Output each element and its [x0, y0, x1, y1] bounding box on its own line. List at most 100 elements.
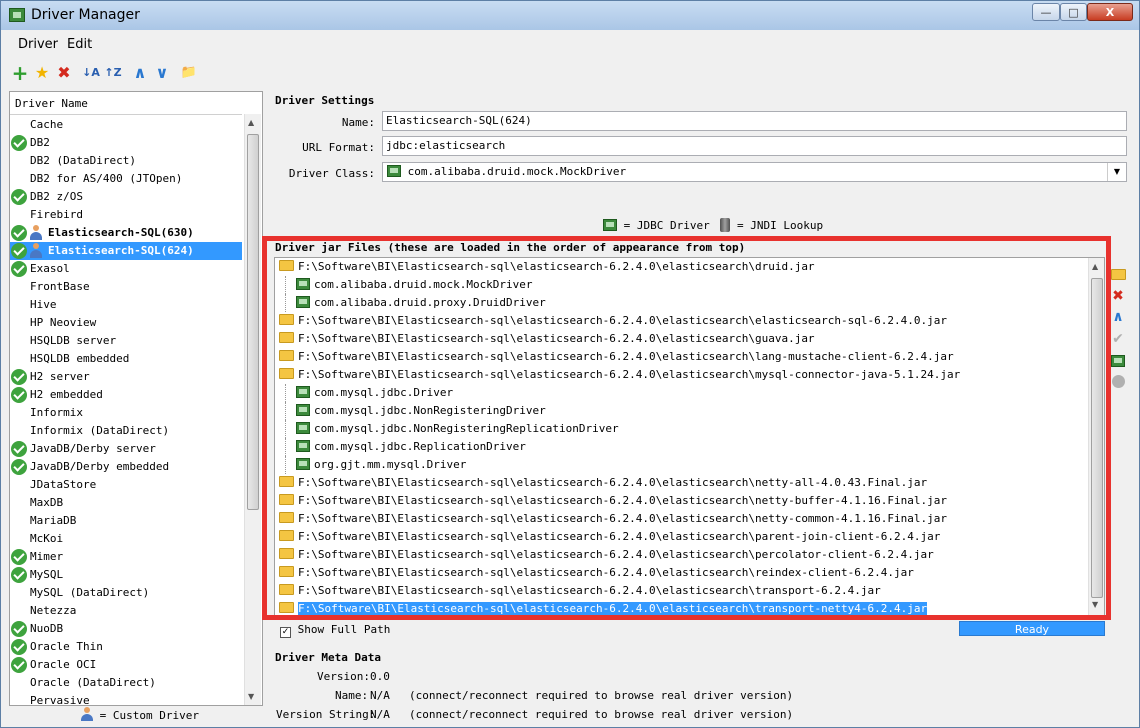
driver-list-item-label: FrontBase: [30, 280, 90, 293]
driver-list-item[interactable]: MariaDB: [10, 512, 242, 530]
driver-list-item-label: Pervasive: [30, 694, 90, 706]
status-ready-bar: Ready: [959, 621, 1105, 636]
app-icon: [9, 8, 25, 22]
driver-meta-header: Driver Meta Data: [275, 651, 381, 664]
driver-list-item[interactable]: DB2 for AS/400 (JTOpen): [10, 170, 242, 188]
name-label: Name:: [341, 116, 375, 129]
move-up-icon[interactable]: ∧: [1110, 309, 1126, 325]
driver-list-item[interactable]: Pervasive: [10, 692, 242, 706]
driver-list-item[interactable]: Exasol: [10, 260, 242, 278]
custom-driver-icon: [30, 225, 42, 240]
minimize-button[interactable]: —: [1032, 3, 1060, 21]
scroll-down-icon[interactable]: ▼: [248, 692, 254, 701]
remove-jar-icon[interactable]: ✖: [1110, 288, 1126, 304]
sort-ascending-icon[interactable]: ↓A: [82, 64, 100, 82]
driver-list-item-label: MySQL: [30, 568, 64, 581]
driver-list-item[interactable]: Informix: [10, 404, 242, 422]
driver-list-item[interactable]: H2 embedded: [10, 386, 242, 404]
driver-list-item[interactable]: JDataStore: [10, 476, 242, 494]
checkmark-icon[interactable]: ✔: [1110, 331, 1126, 347]
driver-list-item[interactable]: DB2 z/OS: [10, 188, 242, 206]
driver-list-item[interactable]: MaxDB: [10, 494, 242, 512]
menu-bar: Driver Edit: [2, 32, 1138, 57]
menu-driver[interactable]: Driver: [18, 37, 58, 52]
scroll-up-icon[interactable]: ▲: [248, 118, 254, 127]
driver-list-header[interactable]: Driver Name: [10, 92, 242, 115]
favorite-star-icon[interactable]: ★: [33, 64, 51, 82]
meta-name-label: Name:: [335, 689, 369, 702]
driver-settings-header: Driver Settings: [275, 94, 374, 107]
menu-edit[interactable]: Edit: [67, 37, 92, 52]
version-label: Version:: [317, 670, 370, 683]
close-button[interactable]: X: [1087, 3, 1133, 21]
driver-list-item[interactable]: MySQL: [10, 566, 242, 584]
driver-list-item[interactable]: Oracle OCI: [10, 656, 242, 674]
driver-list-item[interactable]: NuoDB: [10, 620, 242, 638]
check-icon: [11, 567, 27, 583]
driver-list-item[interactable]: MySQL (DataDirect): [10, 584, 242, 602]
stop-icon[interactable]: [1110, 375, 1126, 391]
jndi-lookup-icon: [720, 218, 731, 232]
driver-list-item-label: DB2 z/OS: [30, 190, 83, 203]
driver-list-item-label: Oracle (DataDirect): [30, 676, 156, 689]
delete-icon[interactable]: ✖: [55, 64, 73, 82]
highlight-annotation-box: [262, 236, 1111, 620]
check-icon: [11, 387, 27, 403]
show-full-path-checkbox[interactable]: ✓: [280, 627, 291, 638]
driver-list-item-label: JavaDB/Derby embedded: [30, 460, 170, 473]
scroll-thumb[interactable]: [247, 134, 259, 510]
driver-list-item[interactable]: JavaDB/Derby embedded: [10, 458, 242, 476]
show-full-path-option[interactable]: ✓ Show Full Path: [280, 623, 390, 638]
check-icon: [11, 549, 27, 565]
add-folder-icon[interactable]: [1110, 267, 1126, 283]
driver-list-item[interactable]: Elasticsearch-SQL(624): [10, 242, 242, 260]
driver-list-item[interactable]: H2 server: [10, 368, 242, 386]
move-up-icon[interactable]: ∧: [131, 64, 149, 82]
driver-list-item[interactable]: FrontBase: [10, 278, 242, 296]
driver-list-item[interactable]: DB2: [10, 134, 242, 152]
driver-list-item[interactable]: HSQLDB embedded: [10, 350, 242, 368]
check-icon: [11, 459, 27, 475]
driver-list-item-label: HP Neoview: [30, 316, 97, 329]
driver-list-scrollbar[interactable]: ▲ ▼: [244, 114, 261, 705]
driver-list-item-label: MariaDB: [30, 514, 77, 527]
name-field[interactable]: Elasticsearch-SQL(624): [382, 111, 1127, 131]
driver-list-item[interactable]: DB2 (DataDirect): [10, 152, 242, 170]
open-folder-icon[interactable]: 📁: [180, 64, 198, 82]
driver-list-item-label: Informix (DataDirect): [30, 424, 170, 437]
driver-list-item[interactable]: HSQLDB server: [10, 332, 242, 350]
driver-list: Driver Name Cache DB2 DB2 (DataDirect) DB2 …: [9, 91, 263, 706]
driver-list-item[interactable]: McKoi: [10, 530, 242, 548]
driver-list-item[interactable]: Netezza: [10, 602, 242, 620]
list-drivers-icon[interactable]: [1110, 353, 1126, 369]
driver-list-item[interactable]: Hive: [10, 296, 242, 314]
driver-list-item[interactable]: Oracle (DataDirect): [10, 674, 242, 692]
driver-list-item[interactable]: Firebird: [10, 206, 242, 224]
driver-list-item[interactable]: Informix (DataDirect): [10, 422, 242, 440]
add-driver-icon[interactable]: +: [11, 63, 29, 83]
maximize-button[interactable]: □: [1060, 3, 1087, 21]
check-icon: [11, 621, 27, 637]
check-icon: [11, 369, 27, 385]
driver-list-item[interactable]: HP Neoview: [10, 314, 242, 332]
version-string-label: Version String:: [276, 708, 376, 721]
driver-list-item[interactable]: Oracle Thin: [10, 638, 242, 656]
chevron-down-icon[interactable]: ▼: [1107, 163, 1126, 181]
driver-list-item-label: JavaDB/Derby server: [30, 442, 156, 455]
driver-list-item[interactable]: Elasticsearch-SQL(630): [10, 224, 242, 242]
driver-class-select[interactable]: com.alibaba.druid.mock.MockDriver ▼: [382, 162, 1127, 182]
jdbc-legend-label: = JDBC Driver: [623, 219, 710, 232]
driver-list-item[interactable]: JavaDB/Derby server: [10, 440, 242, 458]
custom-driver-legend-label: = Custom Driver: [99, 709, 199, 722]
url-format-label: URL Format:: [302, 141, 375, 154]
driver-list-item-label: DB2 (DataDirect): [30, 154, 136, 167]
custom-driver-icon: [30, 243, 42, 258]
driver-list-item-label: DB2: [30, 136, 50, 149]
driver-list-item[interactable]: Mimer: [10, 548, 242, 566]
driver-list-item-label: Netezza: [30, 604, 77, 617]
url-format-field[interactable]: jdbc:elasticsearch: [382, 136, 1127, 156]
sort-descending-icon[interactable]: ↑Z: [104, 64, 122, 82]
driver-list-item[interactable]: Cache: [10, 116, 242, 134]
move-down-icon[interactable]: ∨: [153, 64, 171, 82]
show-full-path-label: Show Full Path: [297, 623, 391, 636]
